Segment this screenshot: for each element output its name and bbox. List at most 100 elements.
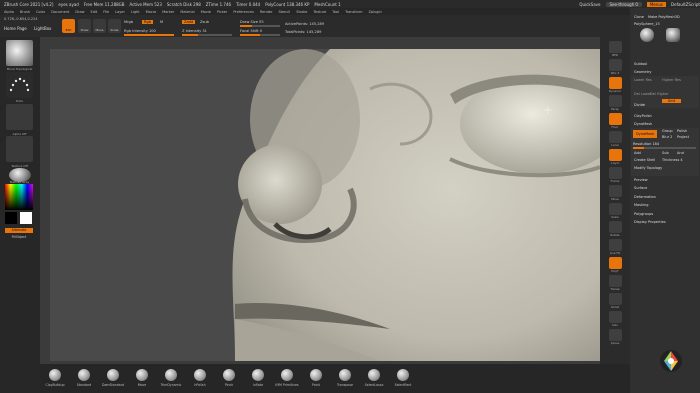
brush-selectlasso[interactable]: SelectLasso: [359, 369, 389, 387]
make-polymesh-button[interactable]: Make PolyMesh3D: [648, 15, 680, 19]
menu-stencil[interactable]: Stencil: [278, 10, 290, 14]
viewport-spix-3-button[interactable]: [609, 59, 622, 71]
menu-brush[interactable]: Brush: [20, 10, 30, 14]
focal-shift-track[interactable]: [240, 34, 280, 36]
menu-alpha[interactable]: Alpha: [4, 10, 14, 14]
create-shell-button[interactable]: Create Shell: [634, 158, 655, 162]
zadd-toggle[interactable]: Zadd: [182, 20, 196, 24]
stroke-picker[interactable]: [6, 72, 33, 98]
rgb-toggle[interactable]: Rgb: [142, 20, 154, 24]
group-toggle[interactable]: Group: [662, 129, 673, 133]
viewport-polyf-button[interactable]: [609, 257, 622, 269]
viewport-rotate-button[interactable]: [609, 221, 622, 233]
dynamesh-button[interactable]: DynaMesh: [633, 130, 658, 138]
viewport-xpose-button[interactable]: [609, 329, 622, 341]
viewport-persp-button[interactable]: [609, 95, 622, 107]
zsub-toggle[interactable]: Zsub: [200, 20, 209, 24]
draw-size-track[interactable]: [240, 25, 280, 27]
viewport-transp-button[interactable]: [609, 275, 622, 287]
viewport-solo-button[interactable]: [609, 311, 622, 323]
lower-res-button[interactable]: Lower Res: [634, 78, 652, 82]
resolution-track[interactable]: [633, 147, 696, 149]
draw-button[interactable]: Draw: [78, 19, 91, 33]
masking-section[interactable]: Masking: [634, 203, 648, 207]
brush-damstandard[interactable]: DamStandard: [98, 369, 128, 387]
alpha-picker[interactable]: [6, 104, 33, 130]
move-button[interactable]: Move: [93, 19, 106, 33]
brush-move[interactable]: Move: [127, 369, 157, 387]
preview-section[interactable]: Preview: [634, 178, 648, 182]
modify-topology-section[interactable]: Modify Topology: [634, 166, 662, 170]
menu-macro[interactable]: Macro: [146, 10, 157, 14]
menu-texture[interactable]: Texture: [313, 10, 326, 14]
edit-button[interactable]: Edit: [62, 19, 75, 33]
divide-button[interactable]: Divide: [634, 103, 645, 107]
menu-transform[interactable]: Transform: [345, 10, 362, 14]
menus-button[interactable]: Menus: [646, 1, 667, 7]
dynamesh-section[interactable]: DynaMesh: [634, 122, 652, 126]
home-page-button[interactable]: Home Page: [4, 26, 27, 31]
menu-draw[interactable]: Draw: [75, 10, 84, 14]
see-through-slider[interactable]: See-through 0: [605, 1, 642, 7]
viewport-dynamic-button[interactable]: [609, 77, 622, 89]
menu-picker[interactable]: Picker: [217, 10, 227, 14]
tool-thumbnail-2[interactable]: [666, 28, 680, 42]
subtool-section[interactable]: Subtool: [634, 62, 647, 66]
menu-stroke[interactable]: Stroke: [296, 10, 307, 14]
menu-zplugin[interactable]: Zplugin: [368, 10, 381, 14]
mrgb-toggle[interactable]: Mrgb: [124, 20, 133, 24]
tool-thumbnail[interactable]: [640, 28, 654, 42]
draw-size-slider[interactable]: Draw Size 55: [240, 20, 264, 24]
project-toggle[interactable]: Project: [677, 135, 689, 139]
brush-picker[interactable]: [6, 40, 33, 66]
brush-inflate[interactable]: Inflate: [243, 369, 273, 387]
display-properties-section[interactable]: Display Properties: [634, 220, 666, 224]
brush-standard[interactable]: Standard: [69, 369, 99, 387]
viewport-scale-button[interactable]: [609, 203, 622, 215]
canvas-viewport[interactable]: [40, 37, 600, 364]
viewport-move-button[interactable]: [609, 185, 622, 197]
document-canvas[interactable]: [50, 49, 600, 361]
claypolish-section[interactable]: ClayPolish: [634, 114, 652, 118]
del-lower-button[interactable]: Del Lower: [634, 92, 651, 96]
polygroups-section[interactable]: Polygroups: [634, 212, 653, 216]
scale-button[interactable]: Scale: [108, 19, 121, 33]
rgb-intensity-slider[interactable]: Rgb Intensity 100: [124, 29, 156, 33]
menu-preferences[interactable]: Preferences: [233, 10, 254, 14]
brush-pinch[interactable]: Pinch: [214, 369, 244, 387]
surface-section[interactable]: Surface: [634, 186, 647, 190]
menu-light[interactable]: Light: [131, 10, 140, 14]
brush-paint[interactable]: Paint: [301, 369, 331, 387]
menu-edit[interactable]: Edit: [91, 10, 98, 14]
clone-button[interactable]: Clone: [634, 15, 644, 19]
viewport-frame-button[interactable]: [609, 167, 622, 179]
viewport-floor-button[interactable]: [609, 113, 622, 125]
z-intensity-track[interactable]: [182, 34, 232, 36]
resolution-slider[interactable]: Resolution 184: [633, 142, 659, 146]
brush-trimdynamic[interactable]: TrimDynamic: [156, 369, 186, 387]
quicksave-button[interactable]: QuickSave: [579, 2, 600, 7]
brush-transpose[interactable]: Transpose: [330, 369, 360, 387]
fill-object-button[interactable]: FillObject: [5, 235, 33, 239]
z-intensity-slider[interactable]: Z Intensity 31: [182, 29, 207, 33]
brush-imm-primitives[interactable]: IMM Primitives: [272, 369, 302, 387]
deformation-section[interactable]: Deformation: [634, 195, 656, 199]
blur-slider[interactable]: Blur 2: [662, 135, 672, 139]
brush-claybuildup[interactable]: ClayBuildup: [40, 369, 70, 387]
menu-render[interactable]: Render: [260, 10, 272, 14]
thickness-slider[interactable]: Thickness 4: [662, 158, 683, 162]
alternate-button[interactable]: Alternate: [5, 228, 33, 233]
sub-button[interactable]: Sub: [662, 151, 669, 155]
viewport-bpr-button[interactable]: [609, 41, 622, 53]
geometry-section[interactable]: Geometry: [634, 70, 651, 74]
smt-toggle[interactable]: Smt: [662, 99, 682, 103]
menu-tool[interactable]: Tool: [332, 10, 339, 14]
menu-material[interactable]: Material: [180, 10, 194, 14]
polish-toggle[interactable]: Polish: [677, 129, 687, 133]
add-button[interactable]: Add: [634, 151, 641, 155]
brush-hpolish[interactable]: hPolish: [185, 369, 215, 387]
rgb-intensity-track[interactable]: [124, 34, 174, 36]
menu-layer[interactable]: Layer: [115, 10, 125, 14]
texture-picker[interactable]: [6, 136, 33, 162]
default-zscript-button[interactable]: DefaultZScript: [671, 2, 700, 7]
